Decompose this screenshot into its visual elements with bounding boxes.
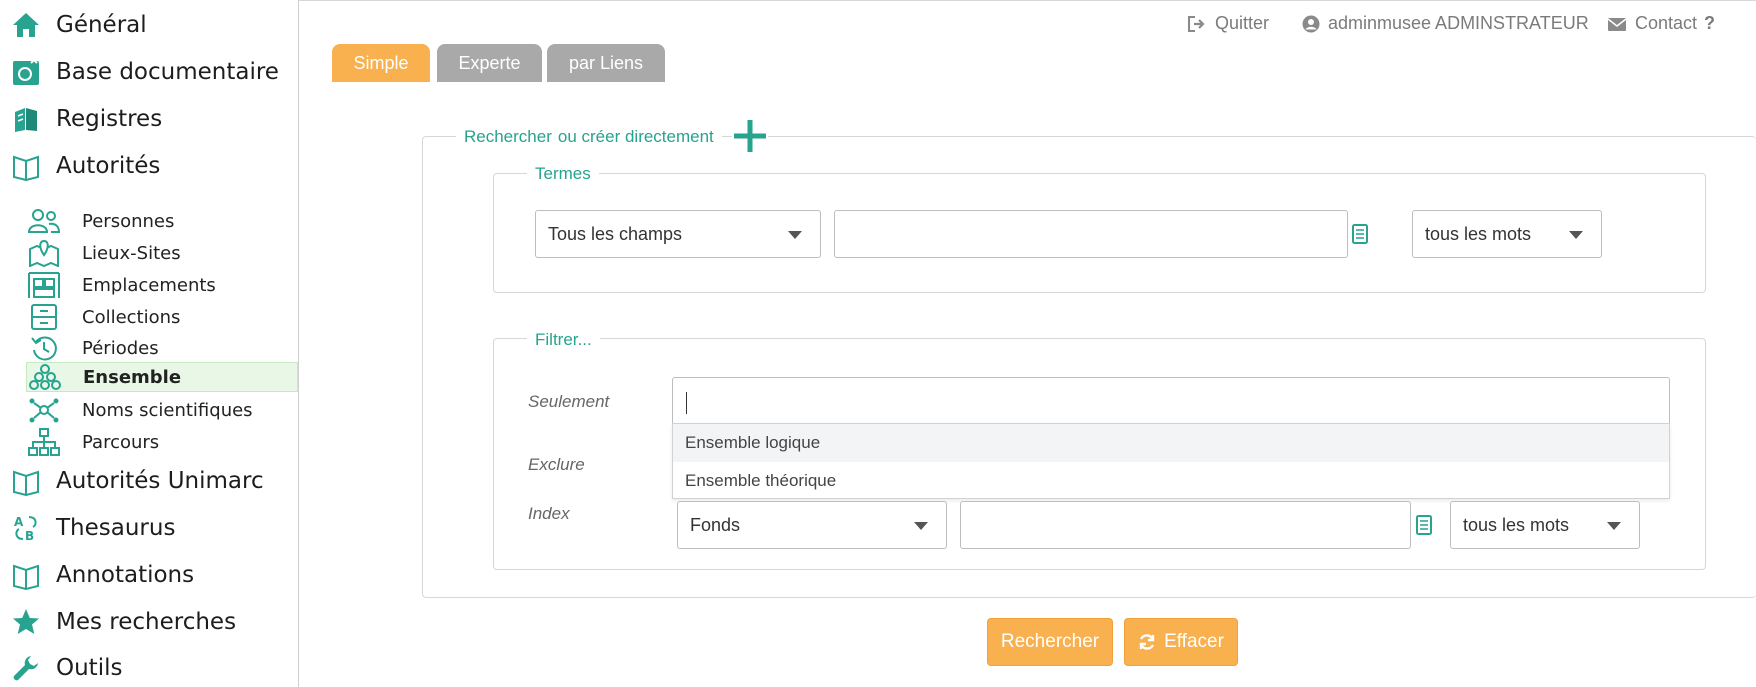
sidebar-item-general[interactable]: Général	[10, 5, 147, 45]
index-book-button[interactable]	[1416, 515, 1432, 535]
archive-icon	[26, 302, 62, 332]
sidebar-item-periodes[interactable]: Périodes	[26, 333, 298, 363]
sidebar-item-ensemble[interactable]: Ensemble	[26, 362, 298, 392]
svg-text:A: A	[14, 515, 24, 529]
dropdown-option-ensemble-logique[interactable]: Ensemble logique	[673, 424, 1669, 462]
sidebar-item-outils[interactable]: Outils	[10, 648, 122, 687]
tab-simple[interactable]: Simple	[332, 44, 430, 82]
create-legend-label: ou créer directement	[557, 127, 714, 146]
sidebar-item-noms-scientifiques[interactable]: Noms scientifiques	[26, 395, 298, 425]
warehouse-icon	[26, 270, 62, 300]
document-base-icon	[10, 56, 42, 88]
book-icon	[1352, 224, 1368, 244]
only-input[interactable]	[672, 377, 1670, 425]
users-icon	[26, 206, 62, 236]
user-link[interactable]: adminmusee ADMINSTRATEUR	[1302, 13, 1589, 34]
open-book-icon	[10, 465, 42, 497]
text-cursor	[686, 392, 687, 414]
terms-legend: Termes	[527, 164, 599, 184]
open-book-icon	[10, 559, 42, 591]
map-pin-icon	[26, 238, 62, 268]
history-icon	[26, 333, 62, 363]
sidebar-item-autorites-unimarc[interactable]: Autorités Unimarc	[10, 461, 264, 501]
search-button[interactable]: Rechercher	[987, 618, 1113, 666]
dropdown-option-ensemble-theorique[interactable]: Ensemble théorique	[673, 462, 1669, 500]
chevron-down-icon	[914, 522, 928, 530]
wrench-icon	[10, 652, 42, 684]
tab-par-liens[interactable]: par Liens	[547, 44, 665, 82]
sidebar-item-thesaurus[interactable]: AB Thesaurus	[10, 508, 175, 548]
cluster-icon	[27, 362, 63, 392]
open-book-icon	[10, 150, 42, 182]
sitemap-icon	[26, 427, 62, 457]
molecule-icon	[26, 395, 62, 425]
quit-link[interactable]: Quitter	[1187, 13, 1269, 34]
chevron-down-icon	[1569, 231, 1583, 239]
terms-book-button[interactable]	[1352, 224, 1368, 244]
sidebar-item-personnes[interactable]: Personnes	[26, 206, 298, 236]
svg-text:B: B	[25, 529, 34, 543]
only-dropdown: Ensemble logique Ensemble théorique	[672, 423, 1670, 499]
sidebar-item-lieux-sites[interactable]: Lieux-Sites	[26, 238, 298, 268]
sidebar-item-annotations[interactable]: Annotations	[10, 555, 194, 595]
envelope-icon	[1607, 17, 1627, 31]
terms-input[interactable]	[834, 210, 1348, 258]
topbar: Quitter adminmusee ADMINSTRATEUR Contact…	[299, 0, 1756, 44]
star-icon	[10, 606, 42, 638]
tab-experte[interactable]: Experte	[437, 44, 542, 82]
search-legend: Rechercher ou créer directement	[456, 126, 722, 148]
index-field-select[interactable]: Fonds	[677, 501, 947, 549]
home-icon	[10, 9, 42, 41]
clear-button[interactable]: Effacer	[1124, 618, 1238, 666]
index-input[interactable]	[960, 501, 1411, 549]
sidebar-item-mes-recherches[interactable]: Mes recherches	[10, 602, 236, 642]
sidebar-item-registres[interactable]: Registres	[10, 99, 162, 139]
index-label: Index	[528, 504, 570, 523]
chevron-down-icon	[788, 231, 802, 239]
thesaurus-icon: AB	[10, 512, 42, 544]
contact-link[interactable]: Contact	[1607, 13, 1697, 34]
sidebar-item-base-documentaire[interactable]: Base documentaire	[10, 52, 279, 92]
search-legend-label: Rechercher	[464, 127, 552, 146]
sidebar-item-autorites[interactable]: Autorités	[10, 146, 160, 186]
sidebar: Général Base documentaire Registres Auto…	[0, 0, 299, 687]
sign-out-icon	[1188, 15, 1205, 32]
help-link[interactable]: ?	[1704, 13, 1715, 34]
terms-mode-select[interactable]: tous les mots	[1412, 210, 1602, 258]
only-label: Seulement	[528, 392, 610, 411]
sidebar-item-emplacements[interactable]: Emplacements	[26, 270, 298, 300]
exclude-label: Exclure	[528, 455, 585, 474]
refresh-icon	[1139, 634, 1155, 650]
books-icon	[10, 103, 42, 135]
filter-legend: Filtrer...	[527, 330, 600, 350]
chevron-down-icon	[1607, 522, 1621, 530]
user-circle-icon	[1302, 15, 1320, 32]
sidebar-item-collections[interactable]: Collections	[26, 302, 298, 332]
terms-field-select[interactable]: Tous les champs	[535, 210, 821, 258]
index-mode-select[interactable]: tous les mots	[1450, 501, 1640, 549]
help-icon: ?	[1704, 13, 1715, 33]
create-new-button[interactable]	[732, 118, 768, 154]
book-icon	[1416, 515, 1432, 535]
sidebar-item-parcours[interactable]: Parcours	[26, 427, 298, 457]
plus-icon	[734, 120, 766, 152]
